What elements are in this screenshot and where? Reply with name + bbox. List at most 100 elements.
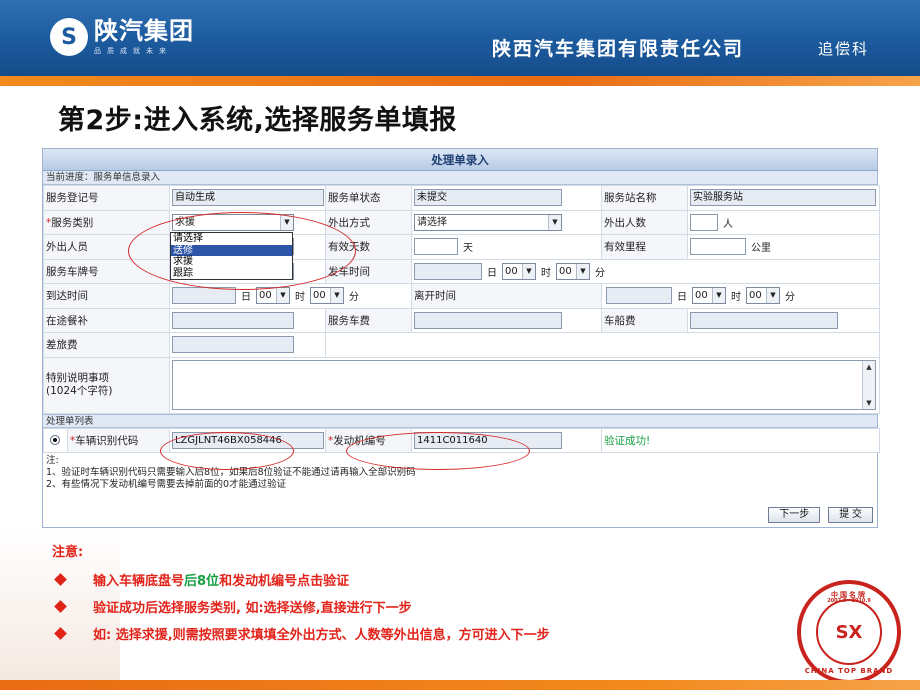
chevron-down-icon: ▼ (522, 263, 535, 279)
field-label: 服务类别 (51, 216, 94, 229)
travel-expense-input[interactable] (172, 336, 294, 354)
leave-minute-select[interactable]: 00 ▼ (746, 287, 780, 305)
logo-slogan: 品质成就未来 (94, 47, 172, 55)
field-label: 服务登记号 (43, 185, 170, 211)
section-header: 处理单列表 (43, 413, 877, 428)
vehicle-fee-input[interactable] (414, 311, 562, 329)
depart-date-input[interactable] (414, 262, 482, 280)
scroll-up-icon[interactable]: ▲ (863, 361, 875, 373)
arrive-date-input[interactable] (172, 287, 236, 305)
field-label: 服务车牌号 (43, 258, 170, 284)
vin-input[interactable]: LZGJLNT46BX058446 (172, 431, 324, 449)
form-row: 外出人员 有效天数 天 有效里程 公里 (43, 234, 880, 260)
dropdown-option[interactable]: 跟踪 (171, 268, 292, 280)
transport-fee-input[interactable] (690, 311, 838, 329)
station-name-field[interactable]: 实验服务站 (690, 189, 876, 207)
valid-mileage-input[interactable] (690, 238, 746, 256)
field-label: 离开时间 (411, 283, 602, 309)
arrive-minute-select[interactable]: 00 ▼ (310, 287, 344, 305)
field-label: 外出人数 (601, 209, 688, 235)
form-row: 特别说明事项 (1024个字符) ▲ ▼ (43, 356, 880, 414)
field-label: 有效天数 (325, 234, 412, 260)
dropdown-option[interactable]: 请选择 (171, 233, 292, 245)
field-label: 差旅费 (43, 332, 170, 358)
diamond-bullet-icon (54, 627, 67, 640)
dropdown-option-selected[interactable]: 送修 (171, 244, 292, 256)
note-line: 1、验证时车辆识别代码只需要输入后8位，如果后8位验证不能通过请再输入全部识别码 (46, 467, 416, 478)
service-status-field[interactable]: 未提交 (414, 189, 562, 207)
meal-allowance-input[interactable] (172, 311, 294, 329)
slide: S 陕汽集团 品质成就未来 陕西汽车集团有限责任公司 追偿科 第2步:进入系统,… (0, 0, 920, 690)
vin-row: *车辆识别代码 LZGJLNT46BX058446 *发动机编号 1411C01… (43, 427, 880, 453)
field-label: 外出人员 (43, 234, 170, 260)
form-row: 差旅费 (43, 332, 880, 358)
leave-hour-select[interactable]: 00 ▼ (692, 287, 726, 305)
form-grid: 服务登记号 自动生成 服务单状态 未提交 服务站名称 实验服务站 *服务类别 求… (43, 185, 880, 414)
chevron-down-icon: ▼ (576, 263, 589, 279)
vin-grid: *车辆识别代码 LZGJLNT46BX058446 *发动机编号 1411C01… (43, 427, 880, 454)
field-label: 发车时间 (325, 258, 412, 284)
depart-minute-select[interactable]: 00 ▼ (556, 262, 590, 280)
service-type-select[interactable]: 求援 ▼ (172, 213, 294, 231)
special-notes-textarea[interactable]: ▲ ▼ (172, 360, 876, 410)
next-step-button[interactable]: 下一步 (768, 507, 821, 523)
valid-days-input[interactable] (414, 238, 458, 256)
chevron-down-icon: ▼ (330, 288, 343, 304)
step-title: 第2步:进入系统,选择服务单填报 (58, 105, 457, 136)
form-row: 在途餐补 服务车费 车船费 (43, 307, 880, 333)
row-radio[interactable] (50, 435, 60, 446)
chevron-down-icon: ▼ (276, 288, 289, 304)
chevron-down-icon: ▼ (766, 288, 779, 304)
field-label: 外出方式 (325, 209, 412, 235)
scrollbar[interactable]: ▲ ▼ (862, 361, 875, 409)
diamond-bullet-icon (54, 573, 67, 586)
field-label: 在途餐补 (43, 307, 170, 333)
service-reg-no-field[interactable]: 自动生成 (172, 189, 324, 207)
scroll-down-icon[interactable]: ▼ (863, 397, 875, 409)
chevron-down-icon: ▼ (280, 214, 293, 230)
footer-stripe (0, 680, 920, 690)
dropdown-option[interactable]: 求援 (171, 256, 292, 268)
field-label: 车船费 (601, 307, 688, 333)
field-hint: (1024个字符) (46, 385, 113, 397)
china-top-brand-badge: 中国名牌 2007.9—2010.9 SX CHINA TOP BRAND (797, 580, 901, 684)
company-logo: S 陕汽集团 品质成就未来 (50, 18, 194, 56)
notice-item: 输入车辆底盘号 后8位 和发动机编号点击验证 (54, 566, 550, 593)
progress-bar: 当前进度：服务单信息录入 (43, 171, 877, 185)
notice-item: 如: 选择求援,则需按照要求填填全外出方式、人数等外出信息，方可进入下一步 (54, 620, 550, 647)
badge-logo-icon: SX (816, 599, 882, 665)
notice-item: 验证成功后选择服务类别, 如:选择送修,直接进行下一步 (54, 593, 550, 620)
form-notes: 注: 1、验证时车辆识别代码只需要输入后8位，如果后8位验证不能通过请再输入全部… (43, 453, 877, 493)
submit-button[interactable]: 提 交 (828, 507, 873, 523)
header-bar: S 陕汽集团 品质成就未来 陕西汽车集团有限责任公司 追偿科 (0, 0, 920, 76)
engine-no-input[interactable]: 1411C011640 (414, 431, 562, 449)
field-label: 有效里程 (601, 234, 688, 260)
leave-date-input[interactable] (606, 287, 672, 305)
field-label: 服务车费 (325, 307, 412, 333)
field-label: 服务单状态 (325, 185, 412, 211)
form-title: 处理单录入 (43, 149, 877, 171)
engine-label: 发动机编号 (333, 434, 386, 447)
vin-label: 车辆识别代码 (75, 434, 139, 447)
form-window: 处理单录入 当前进度：服务单信息录入 服务登记号 自动生成 服务单状态 未提交 … (42, 148, 880, 528)
notice-list: 输入车辆底盘号 后8位 和发动机编号点击验证 验证成功后选择服务类别, 如:选择送修… (54, 566, 550, 647)
form-row: 服务登记号 自动生成 服务单状态 未提交 服务站名称 实验服务站 (43, 185, 880, 211)
outing-method-select[interactable]: 请选择 ▼ (414, 213, 562, 231)
outing-count-input[interactable] (690, 213, 718, 231)
depart-hour-select[interactable]: 00 ▼ (502, 262, 536, 280)
chevron-down-icon: ▼ (712, 288, 725, 304)
logo-mark-icon: S (50, 18, 88, 56)
header-stripe (0, 76, 920, 86)
notice-title: 注意: (52, 545, 84, 560)
field-label: 服务站名称 (601, 185, 688, 211)
form-row: 服务车牌号 发车时间 日 00 ▼ 时 00 ▼ 分 (43, 258, 880, 284)
logo-text: 陕汽集团 (94, 17, 194, 45)
form-row: 到达时间 日 00 ▼ 时 00 ▼ 分 离开时间 日 00 ▼ 时 00 ▼ 分 (43, 283, 880, 309)
field-label: 特别说明事项 (46, 372, 109, 384)
department-name: 追偿科 (818, 40, 870, 58)
service-type-dropdown: 请选择 送修 求援 跟踪 (170, 232, 293, 280)
chevron-down-icon: ▼ (548, 214, 561, 230)
company-name: 陕西汽车集团有限责任公司 (492, 38, 745, 60)
verify-status: 验证成功! (604, 434, 651, 447)
arrive-hour-select[interactable]: 00 ▼ (256, 287, 290, 305)
